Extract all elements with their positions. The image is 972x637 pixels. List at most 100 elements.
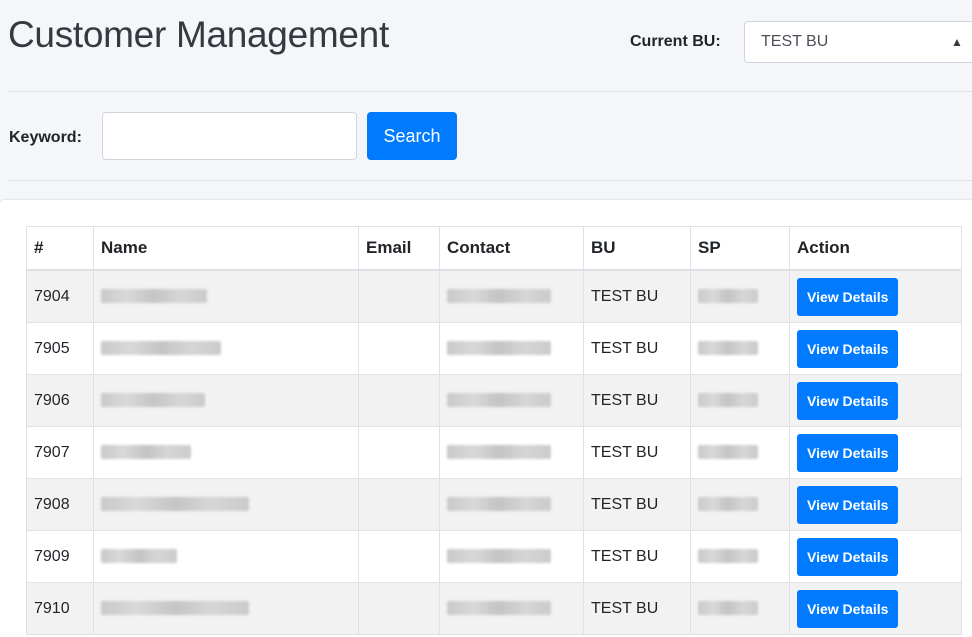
column-header-contact[interactable]: Contact bbox=[439, 226, 584, 271]
search-button[interactable]: Search bbox=[367, 112, 457, 160]
view-details-button[interactable]: View Details bbox=[797, 589, 899, 628]
cell-bu: TEST BU bbox=[583, 582, 691, 635]
search-bar: Keyword: Search bbox=[0, 92, 972, 180]
cell-action: View Details bbox=[789, 530, 962, 583]
cell-name bbox=[93, 582, 359, 635]
current-bu-label: Current BU: bbox=[630, 33, 721, 50]
cell-email bbox=[358, 374, 440, 427]
cell-action: View Details bbox=[789, 478, 962, 531]
cell-id: 7910 bbox=[26, 582, 94, 635]
cell-action: View Details bbox=[789, 426, 962, 479]
cell-id: 7906 bbox=[26, 374, 94, 427]
cell-action: View Details bbox=[789, 374, 962, 427]
redacted-name bbox=[101, 393, 205, 408]
cell-contact bbox=[439, 374, 584, 427]
cell-bu: TEST BU bbox=[583, 374, 691, 427]
redacted-sp bbox=[698, 601, 758, 616]
column-header-action[interactable]: Action bbox=[789, 226, 962, 271]
redacted-contact bbox=[447, 549, 551, 564]
column-header-name[interactable]: Name bbox=[93, 226, 359, 271]
cell-name bbox=[93, 530, 359, 583]
current-bu-select[interactable]: TEST BU ▲︎ bbox=[744, 21, 972, 63]
sort-caret-icon: ▲︎ bbox=[951, 35, 963, 49]
redacted-name bbox=[101, 549, 177, 564]
keyword-input[interactable] bbox=[102, 112, 357, 160]
cell-name bbox=[93, 269, 359, 323]
redacted-name bbox=[101, 601, 249, 616]
column-header-number[interactable]: # bbox=[26, 226, 94, 271]
redacted-contact bbox=[447, 393, 551, 408]
redacted-sp bbox=[698, 497, 758, 512]
cell-sp bbox=[690, 322, 790, 375]
cell-bu: TEST BU bbox=[583, 530, 691, 583]
view-details-button[interactable]: View Details bbox=[797, 277, 899, 316]
cell-bu: TEST BU bbox=[583, 269, 691, 323]
cell-name bbox=[93, 426, 359, 479]
cell-contact bbox=[439, 269, 584, 323]
customer-table: # Name Email Contact BU SP Action 7904 T… bbox=[26, 226, 962, 635]
cell-id: 7907 bbox=[26, 426, 94, 479]
view-details-button[interactable]: View Details bbox=[797, 537, 899, 576]
customer-management-page: Customer Management Current BU: TEST BU … bbox=[0, 0, 972, 637]
cell-bu: TEST BU bbox=[583, 426, 691, 479]
table-row: 7907 TEST BU View Details bbox=[26, 426, 962, 479]
cell-action: View Details bbox=[789, 269, 962, 323]
cell-email bbox=[358, 269, 440, 323]
view-details-button[interactable]: View Details bbox=[797, 329, 899, 368]
view-details-button[interactable]: View Details bbox=[797, 485, 899, 524]
redacted-name bbox=[101, 341, 221, 356]
cell-contact bbox=[439, 478, 584, 531]
redacted-name bbox=[101, 497, 249, 512]
redacted-sp bbox=[698, 445, 758, 460]
cell-email bbox=[358, 478, 440, 531]
cell-bu: TEST BU bbox=[583, 322, 691, 375]
table-row: 7906 TEST BU View Details bbox=[26, 374, 962, 427]
search-divider bbox=[8, 180, 972, 181]
redacted-sp bbox=[698, 341, 758, 356]
redacted-sp bbox=[698, 393, 758, 408]
column-header-bu[interactable]: BU bbox=[583, 226, 691, 271]
redacted-contact bbox=[447, 601, 551, 616]
redacted-name bbox=[101, 445, 191, 460]
column-header-email[interactable]: Email bbox=[358, 226, 440, 271]
redacted-contact bbox=[447, 341, 551, 356]
cell-bu: TEST BU bbox=[583, 478, 691, 531]
cell-action: View Details bbox=[789, 322, 962, 375]
keyword-label: Keyword: bbox=[9, 129, 82, 146]
table-row: 7910 TEST BU View Details bbox=[26, 582, 962, 635]
cell-id: 7908 bbox=[26, 478, 94, 531]
redacted-contact bbox=[447, 445, 551, 460]
redacted-contact bbox=[447, 289, 551, 304]
cell-sp bbox=[690, 582, 790, 635]
table-row: 7909 TEST BU View Details bbox=[26, 530, 962, 583]
redacted-contact bbox=[447, 497, 551, 512]
cell-sp bbox=[690, 478, 790, 531]
redacted-sp bbox=[698, 549, 758, 564]
cell-contact bbox=[439, 582, 584, 635]
current-bu-selected-value: TEST BU bbox=[761, 33, 829, 50]
cell-name bbox=[93, 322, 359, 375]
table-header-row: # Name Email Contact BU SP Action bbox=[26, 226, 962, 271]
cell-contact bbox=[439, 322, 584, 375]
page-title: Customer Management bbox=[8, 14, 389, 55]
cell-email bbox=[358, 530, 440, 583]
cell-sp bbox=[690, 530, 790, 583]
redacted-sp bbox=[698, 289, 758, 304]
table-row: 7908 TEST BU View Details bbox=[26, 478, 962, 531]
cell-sp bbox=[690, 374, 790, 427]
table-row: 7904 TEST BU View Details bbox=[26, 269, 962, 323]
view-details-button[interactable]: View Details bbox=[797, 433, 899, 472]
table-row: 7905 TEST BU View Details bbox=[26, 322, 962, 375]
cell-sp bbox=[690, 426, 790, 479]
page-header: Customer Management Current BU: TEST BU … bbox=[0, 0, 972, 90]
cell-id: 7904 bbox=[26, 269, 94, 323]
column-header-sp[interactable]: SP bbox=[690, 226, 790, 271]
cell-email bbox=[358, 582, 440, 635]
cell-contact bbox=[439, 426, 584, 479]
customer-table-card: # Name Email Contact BU SP Action 7904 T… bbox=[0, 200, 972, 637]
cell-id: 7905 bbox=[26, 322, 94, 375]
view-details-button[interactable]: View Details bbox=[797, 381, 899, 420]
cell-id: 7909 bbox=[26, 530, 94, 583]
cell-email bbox=[358, 322, 440, 375]
cell-sp bbox=[690, 269, 790, 323]
